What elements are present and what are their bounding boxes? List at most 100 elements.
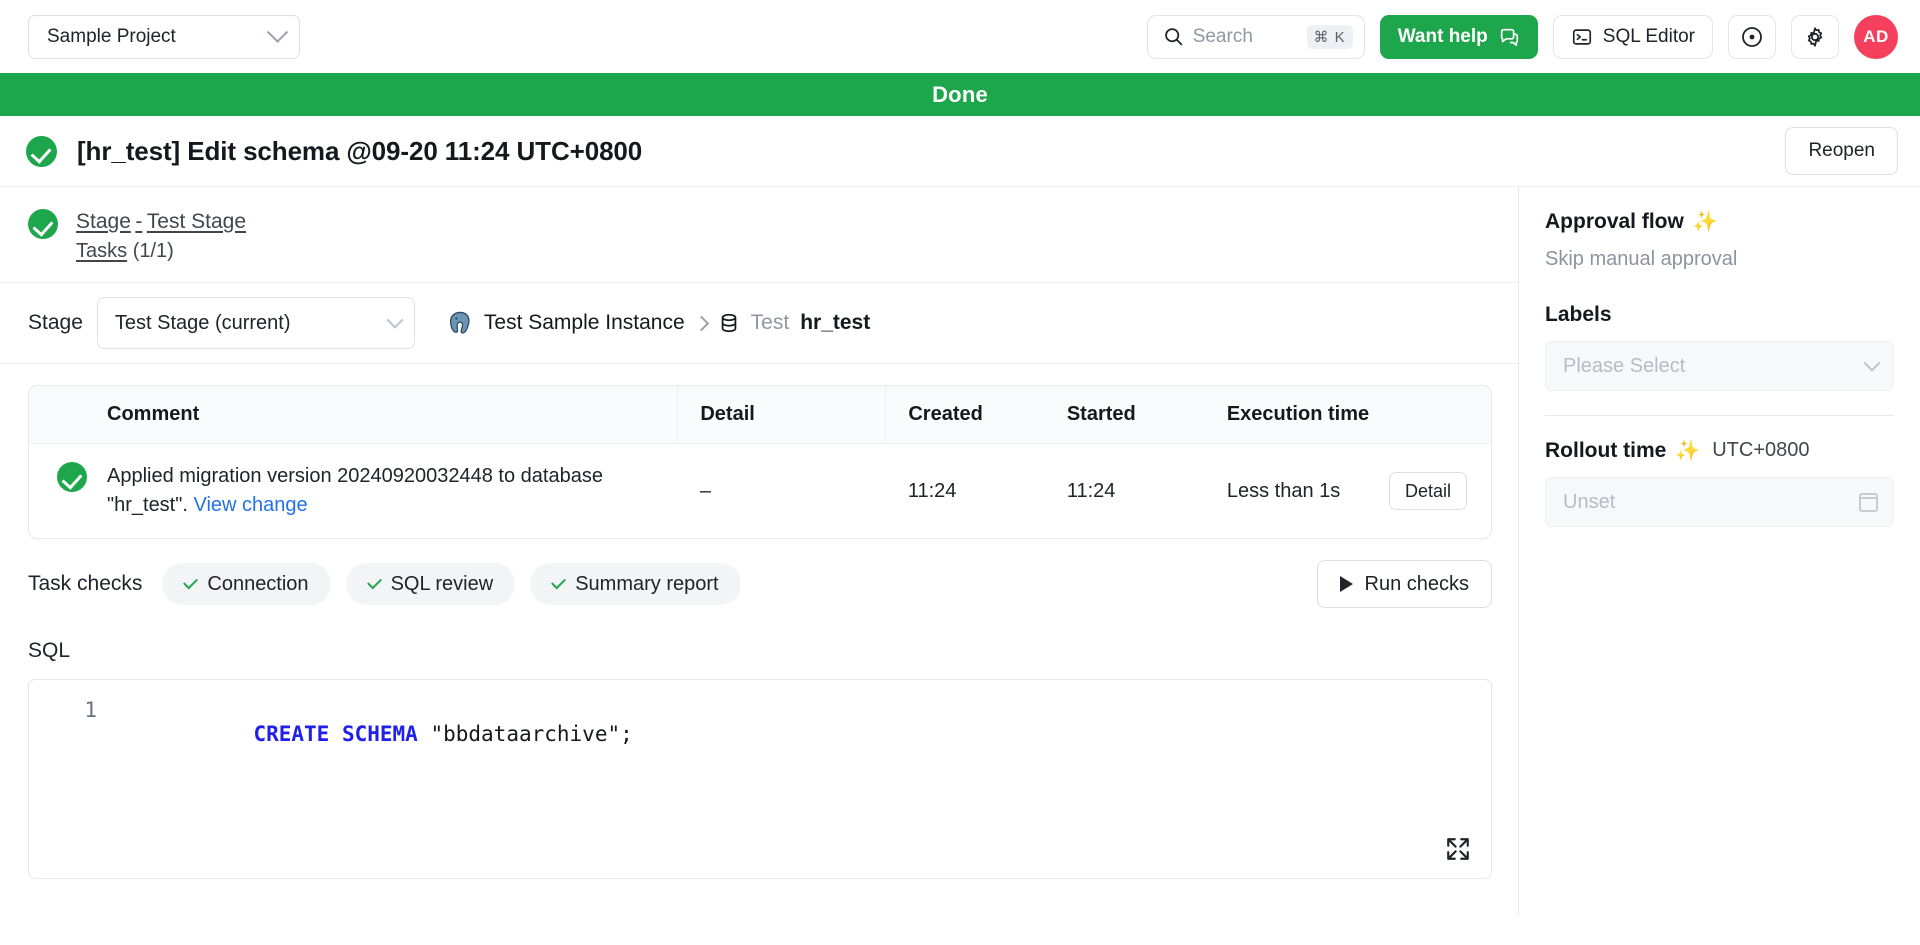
task-check-label: Connection bbox=[207, 572, 309, 595]
status-banner-text: Done bbox=[932, 81, 988, 107]
sparkles-icon: ✨ bbox=[1692, 211, 1718, 233]
check-circle-icon bbox=[28, 209, 58, 239]
column-detail: Detail bbox=[677, 386, 886, 444]
instance-name[interactable]: Test Sample Instance bbox=[484, 311, 685, 335]
expand-icon[interactable] bbox=[1445, 836, 1471, 862]
comment-line-1: Applied migration version 20240920032448 bbox=[107, 465, 493, 487]
column-actions bbox=[1379, 386, 1491, 444]
rollout-time-input[interactable]: Unset bbox=[1545, 477, 1894, 527]
stage-dropdown[interactable]: Test Stage (current) bbox=[96, 297, 415, 349]
run-checks-button[interactable]: Run checks bbox=[1316, 560, 1492, 608]
task-check-label: SQL review bbox=[390, 572, 494, 595]
search-input[interactable]: Search ⌘ K bbox=[1146, 14, 1365, 59]
stage-dropdown-value: Test Stage (current) bbox=[114, 311, 291, 334]
avatar[interactable]: AD bbox=[1854, 14, 1898, 59]
terminal-icon bbox=[1572, 28, 1591, 45]
top-bar-actions: Search ⌘ K Want help SQL Editor AD bbox=[1146, 14, 1898, 59]
cell-created: 11:24 bbox=[907, 479, 957, 502]
play-icon bbox=[1339, 576, 1353, 592]
environment-name: Test bbox=[750, 311, 790, 334]
cell-execution-time: Less than 1s bbox=[1226, 479, 1341, 502]
postgres-elephant-icon bbox=[449, 311, 470, 334]
cell-comment: Applied migration version 20240920032448… bbox=[29, 444, 639, 538]
sql-editor[interactable]: 1 CREATE SCHEMA "bbdataarchive"; bbox=[28, 679, 1492, 879]
database-name[interactable]: hr_test bbox=[800, 311, 870, 335]
tasks-count: (1/1) bbox=[132, 240, 174, 262]
cell-actions: Detail bbox=[1379, 444, 1491, 539]
approval-flow-value: Skip manual approval bbox=[1545, 248, 1738, 270]
chevron-down-icon bbox=[386, 311, 404, 329]
chevron-right-icon bbox=[693, 315, 709, 331]
stage-name-link[interactable]: Test Stage bbox=[147, 210, 246, 233]
sql-editor-label: SQL Editor bbox=[1602, 25, 1695, 47]
detail-button[interactable]: Detail bbox=[1388, 472, 1467, 510]
task-checks-label: Task checks bbox=[28, 572, 143, 595]
cell-started: 11:24 bbox=[1066, 479, 1116, 502]
breadcrumb: Test Sample Instance Test hr_test bbox=[447, 310, 870, 336]
project-selector[interactable]: Sample Project bbox=[28, 14, 300, 59]
main-panel: Stage - Test Stage Tasks (1/1) Stage Tes… bbox=[0, 187, 1519, 916]
task-checks-row: Task checks Connection SQL review Summar… bbox=[0, 539, 1518, 627]
calendar-icon bbox=[1859, 492, 1878, 512]
stage-selector-row: Stage Test Stage (current) Test Sample I… bbox=[0, 283, 1518, 364]
sql-editor-button[interactable]: SQL Editor bbox=[1552, 14, 1713, 59]
top-bar: Sample Project Search ⌘ K Want help SQL … bbox=[0, 0, 1920, 73]
tasks-link[interactable]: Tasks bbox=[76, 240, 127, 262]
database-icon bbox=[721, 313, 736, 333]
check-icon bbox=[551, 574, 567, 590]
sparkles-icon: ✨ bbox=[1675, 440, 1701, 462]
task-check-summary-report[interactable]: Summary report bbox=[530, 563, 741, 605]
check-circle-icon bbox=[26, 135, 57, 167]
reopen-button[interactable]: Reopen bbox=[1785, 127, 1898, 175]
stage-link[interactable]: Stage bbox=[76, 210, 131, 233]
want-help-button[interactable]: Want help bbox=[1379, 14, 1538, 59]
check-icon bbox=[366, 574, 382, 590]
rollout-timezone: UTC+0800 bbox=[1712, 439, 1810, 461]
chevron-down-icon bbox=[266, 21, 289, 43]
column-comment: Comment bbox=[29, 386, 678, 444]
want-help-label: Want help bbox=[1397, 25, 1488, 47]
approval-flow-header: Approval flow ✨ bbox=[1545, 209, 1894, 234]
rollout-time-header: Rollout time ✨ UTC+0800 bbox=[1545, 438, 1894, 463]
chat-bubble-icon bbox=[1500, 28, 1518, 46]
rollout-time-title: Rollout time bbox=[1545, 438, 1667, 462]
stage-label: Stage bbox=[28, 311, 83, 334]
sidebar-divider bbox=[1545, 415, 1894, 416]
rollout-time-placeholder: Unset bbox=[1563, 490, 1616, 513]
task-check-connection[interactable]: Connection bbox=[162, 563, 331, 605]
stage-summary: Stage - Test Stage Tasks (1/1) bbox=[0, 187, 1518, 283]
stage-dash: - bbox=[135, 210, 143, 233]
column-created: Created bbox=[885, 386, 1054, 444]
sql-keyword: CREATE SCHEMA bbox=[253, 722, 418, 746]
avatar-initials: AD bbox=[1863, 26, 1889, 46]
circle-dot-button[interactable] bbox=[1728, 14, 1776, 59]
gear-icon bbox=[1807, 26, 1823, 47]
column-execution-time: Execution time bbox=[1213, 386, 1379, 444]
project-name: Sample Project bbox=[47, 25, 176, 47]
body: Stage - Test Stage Tasks (1/1) Stage Tes… bbox=[0, 187, 1920, 916]
table-row: Applied migration version 20240920032448… bbox=[29, 444, 1491, 539]
search-icon bbox=[1164, 28, 1182, 46]
issue-header: [hr_test] Edit schema @09-20 11:24 UTC+0… bbox=[0, 116, 1920, 187]
approval-flow-title: Approval flow bbox=[1545, 209, 1684, 233]
view-change-link[interactable]: View change bbox=[193, 494, 307, 516]
settings-button[interactable] bbox=[1791, 14, 1839, 59]
column-started: Started bbox=[1053, 386, 1214, 444]
circle-dot-icon bbox=[1742, 26, 1762, 47]
task-check-sql-review[interactable]: SQL review bbox=[345, 563, 516, 605]
labels-select[interactable]: Please Select bbox=[1545, 341, 1894, 391]
sidebar: Approval flow ✨ Skip manual approval Lab… bbox=[1519, 187, 1920, 916]
page-title: [hr_test] Edit schema @09-20 11:24 UTC+0… bbox=[77, 135, 643, 166]
labels-placeholder: Please Select bbox=[1563, 354, 1686, 377]
task-table: Comment Detail Created Started Execution… bbox=[28, 385, 1492, 539]
table-header-row: Comment Detail Created Started Execution… bbox=[29, 386, 1491, 444]
task-check-label: Summary report bbox=[575, 572, 719, 595]
sql-rest: "bbdataarchive"; bbox=[417, 722, 633, 746]
run-checks-label: Run checks bbox=[1364, 572, 1470, 595]
labels-title: Labels bbox=[1545, 303, 1612, 326]
sql-section-label: SQL bbox=[28, 639, 71, 662]
check-icon bbox=[183, 574, 199, 590]
check-circle-icon bbox=[57, 462, 87, 492]
chevron-down-icon bbox=[1863, 354, 1881, 372]
search-placeholder: Search bbox=[1192, 25, 1253, 47]
